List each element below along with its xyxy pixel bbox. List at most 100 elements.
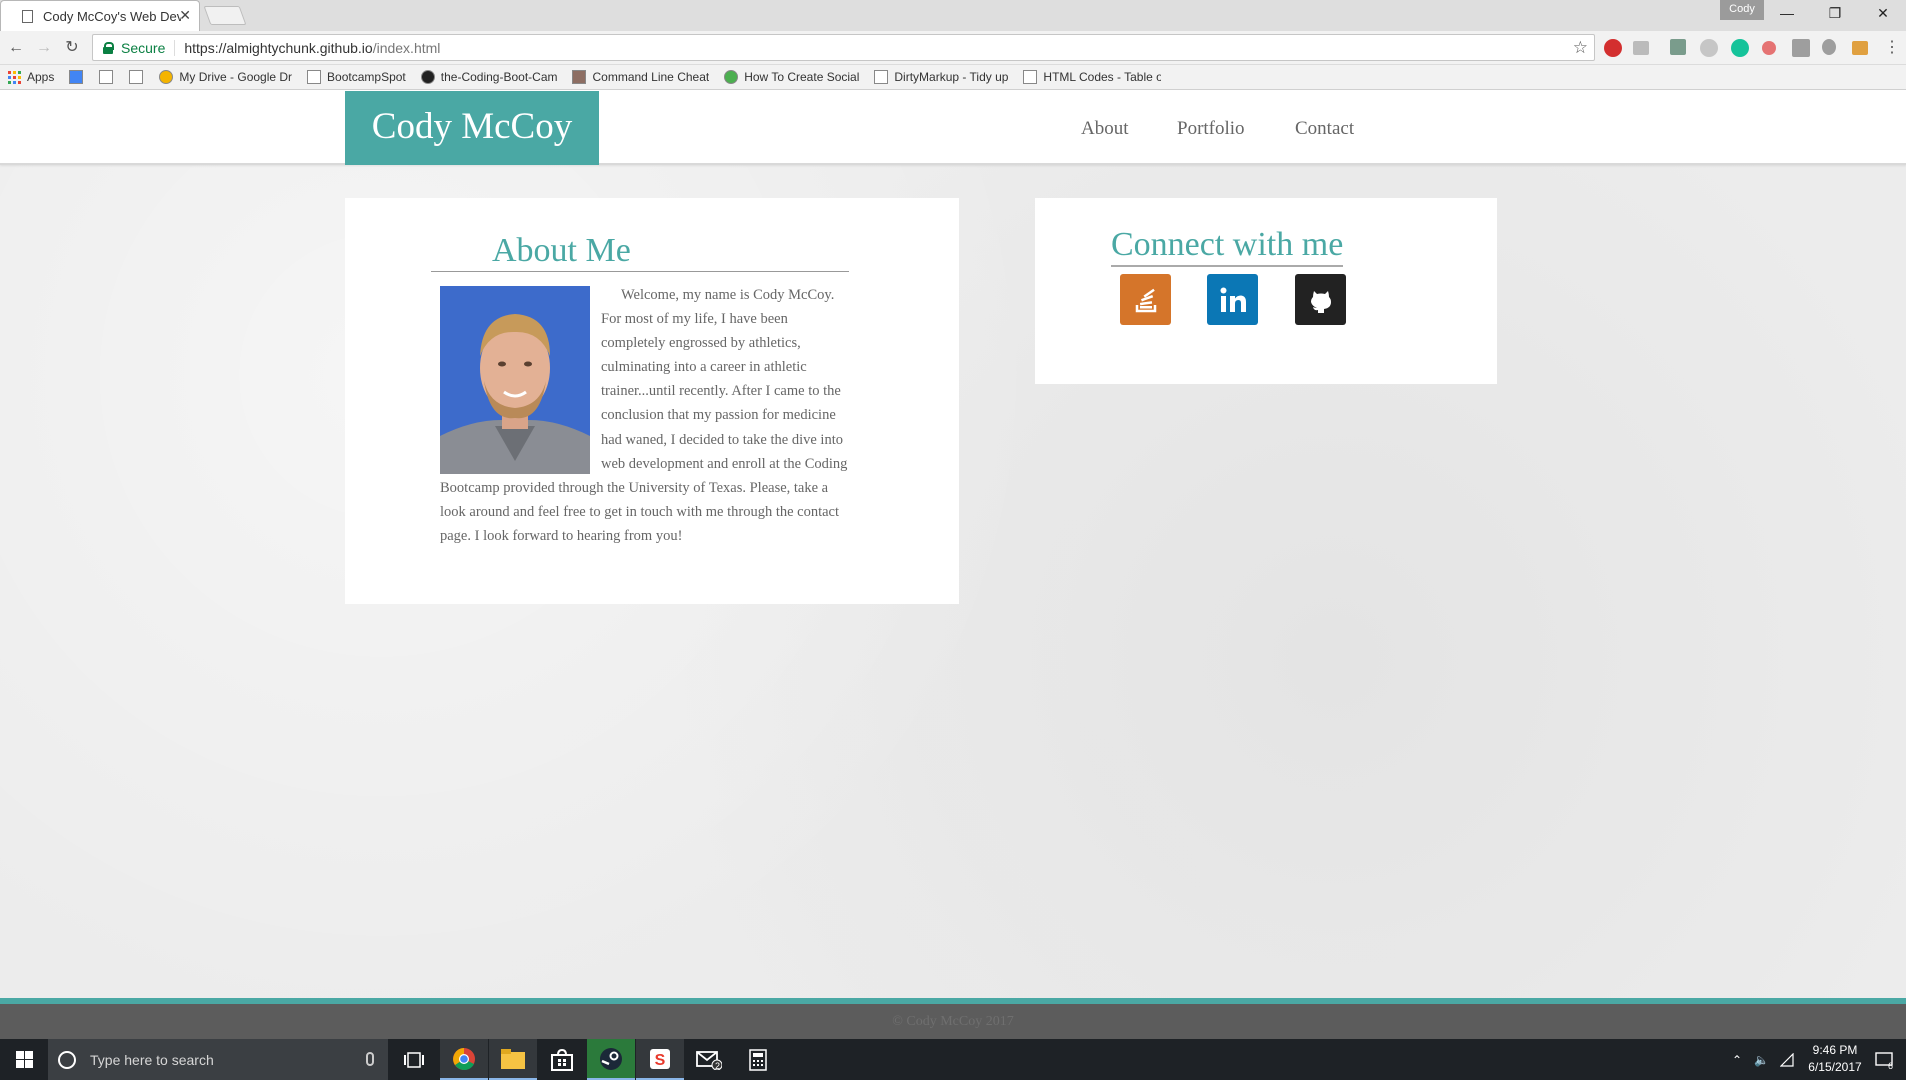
book-icon <box>129 70 144 84</box>
github-icon <box>420 70 435 84</box>
page-viewport: Cody McCoy About Portfolio Contact About… <box>0 91 1906 1039</box>
mail-taskbar-app[interactable]: 2 <box>685 1039 733 1080</box>
taskbar-search[interactable]: Type here to search <box>48 1039 388 1080</box>
menu-icon[interactable]: ⋮ <box>1882 38 1902 58</box>
taskbar: Type here to search S 2 ⌃ 🔈 9:46 PM 6/15… <box>0 1039 1906 1080</box>
m-extension-icon[interactable] <box>1792 39 1810 57</box>
connect-title: Connect with me <box>1111 225 1344 267</box>
nav-contact[interactable]: Contact <box>1295 118 1354 140</box>
adblock-icon[interactable] <box>1604 39 1622 57</box>
bookmark-item[interactable] <box>129 70 149 84</box>
site-header: Cody McCoy About Portfolio Contact <box>0 91 1906 165</box>
stack-overflow-link[interactable] <box>1120 274 1171 325</box>
site-brand[interactable]: Cody McCoy <box>345 91 599 165</box>
record-icon[interactable] <box>1762 41 1776 55</box>
page-icon <box>307 70 322 84</box>
about-title: About Me <box>492 232 631 269</box>
eyedropper-icon[interactable] <box>1670 39 1686 55</box>
github-link[interactable] <box>1295 274 1346 325</box>
bookmark-item[interactable]: Apps <box>8 70 54 84</box>
new-tab-button[interactable] <box>203 6 247 25</box>
file-explorer-taskbar-app[interactable] <box>489 1039 537 1080</box>
task-view-button[interactable] <box>390 1039 438 1080</box>
browser-tab[interactable]: Cody McCoy's Web Deve ✕ <box>0 0 200 31</box>
bookmark-label: My Drive - Google Dr <box>179 70 293 84</box>
system-clock[interactable]: 9:46 PM 6/15/2017 <box>1800 1042 1870 1076</box>
bookmark-item[interactable]: HTML Codes - Table o <box>1023 70 1161 84</box>
task-view-icon <box>404 1051 424 1068</box>
forward-button[interactable]: → <box>34 38 54 58</box>
steam-taskbar-app[interactable] <box>587 1039 635 1080</box>
calculator-taskbar-app[interactable] <box>734 1039 782 1080</box>
tab-strip: Cody McCoy's Web Deve ✕ Cody — ❐ ✕ <box>0 0 1906 31</box>
browser-toolbar: ← → ↻ Secure https://almightychunk.githu… <box>0 31 1906 65</box>
microphone-icon[interactable] <box>366 1052 374 1066</box>
about-card: About Me Welcome, my name is Cody McCoy.… <box>345 198 959 604</box>
tab-title: Cody McCoy's Web Deve <box>43 8 181 24</box>
store-taskbar-app[interactable] <box>538 1039 586 1080</box>
chrome-icon <box>453 1047 475 1070</box>
bookmark-item[interactable] <box>69 70 89 84</box>
trophy-icon <box>572 70 587 84</box>
cloud-icon[interactable] <box>1700 39 1718 57</box>
calendar-icon <box>69 70 84 84</box>
nav-portfolio[interactable]: Portfolio <box>1177 118 1245 140</box>
bookmark-label: BootcampSpot <box>327 70 406 84</box>
minimize-button[interactable]: — <box>1764 0 1810 28</box>
start-button[interactable] <box>0 1039 48 1080</box>
bookmark-label: the-Coding-Boot-Cam <box>440 70 558 84</box>
google-icon <box>99 70 114 84</box>
github-icon <box>1310 290 1331 313</box>
secure-label: Secure <box>121 39 176 56</box>
page-icon <box>22 10 33 23</box>
code-icon <box>874 70 889 84</box>
page-icon <box>1023 70 1038 84</box>
about-heading: About Me <box>431 232 849 272</box>
site-footer: © Cody McCoy 2017 <box>0 1004 1906 1039</box>
slack-taskbar-app[interactable]: S <box>636 1039 684 1080</box>
back-button[interactable]: ← <box>6 38 26 58</box>
tab-close-icon[interactable]: ✕ <box>179 7 191 24</box>
apps-grid-icon <box>8 70 21 84</box>
calculator-icon <box>749 1048 767 1071</box>
chrome-taskbar-app[interactable] <box>440 1039 488 1080</box>
bookmark-label: Apps <box>27 70 55 84</box>
extension-icon[interactable] <box>1633 41 1649 55</box>
reload-button[interactable]: ↻ <box>62 38 82 58</box>
bookmark-item[interactable]: How To Create Social <box>724 70 859 84</box>
drive-icon <box>159 70 174 84</box>
restore-button[interactable]: ❐ <box>1812 0 1858 28</box>
bug-icon[interactable] <box>1822 39 1836 55</box>
svg-text:S: S <box>655 1052 666 1069</box>
folder-icon <box>501 1048 525 1069</box>
close-window-button[interactable]: ✕ <box>1860 0 1906 28</box>
bookmark-item[interactable]: BootcampSpot <box>307 70 406 84</box>
action-center-icon[interactable]: 6 <box>1875 1039 1893 1080</box>
profile-button[interactable]: Cody <box>1720 0 1764 20</box>
steam-icon <box>600 1047 622 1070</box>
tray-chevron-icon[interactable]: ⌃ <box>1732 1039 1742 1080</box>
linkedin-icon <box>1220 287 1246 312</box>
clock-time: 9:46 PM <box>1812 1043 1858 1057</box>
url-path: /index.html <box>372 39 441 56</box>
bookmark-item[interactable]: Command Line Cheat <box>572 70 709 84</box>
linkedin-link[interactable] <box>1207 274 1258 325</box>
volume-icon[interactable]: 🔈 <box>1754 1039 1769 1080</box>
bookmark-label: HTML Codes - Table o <box>1043 70 1162 84</box>
store-icon <box>551 1048 573 1071</box>
bookmark-label: Command Line Cheat <box>592 70 710 84</box>
connect-card: Connect with me <box>1035 198 1497 384</box>
about-text-block: Welcome, my name is Cody McCoy. For most… <box>440 283 852 548</box>
tool-icon[interactable] <box>1852 41 1868 55</box>
bookmark-item[interactable]: DirtyMarkup - Tidy up <box>874 70 1008 84</box>
bookmark-item[interactable]: the-Coding-Boot-Cam <box>420 70 558 84</box>
bookmark-star-icon[interactable]: ☆ <box>1573 38 1588 58</box>
grammarly-icon[interactable] <box>1731 39 1749 57</box>
bookmark-item[interactable] <box>99 70 119 84</box>
nav-about[interactable]: About <box>1081 118 1129 140</box>
lock-icon <box>103 41 114 54</box>
bookmark-item[interactable]: My Drive - Google Dr <box>159 70 292 84</box>
address-bar[interactable]: Secure https://almightychunk.github.io/i… <box>92 34 1595 61</box>
network-icon[interactable] <box>1780 1039 1794 1080</box>
notification-count: 6 <box>1888 1061 1894 1071</box>
